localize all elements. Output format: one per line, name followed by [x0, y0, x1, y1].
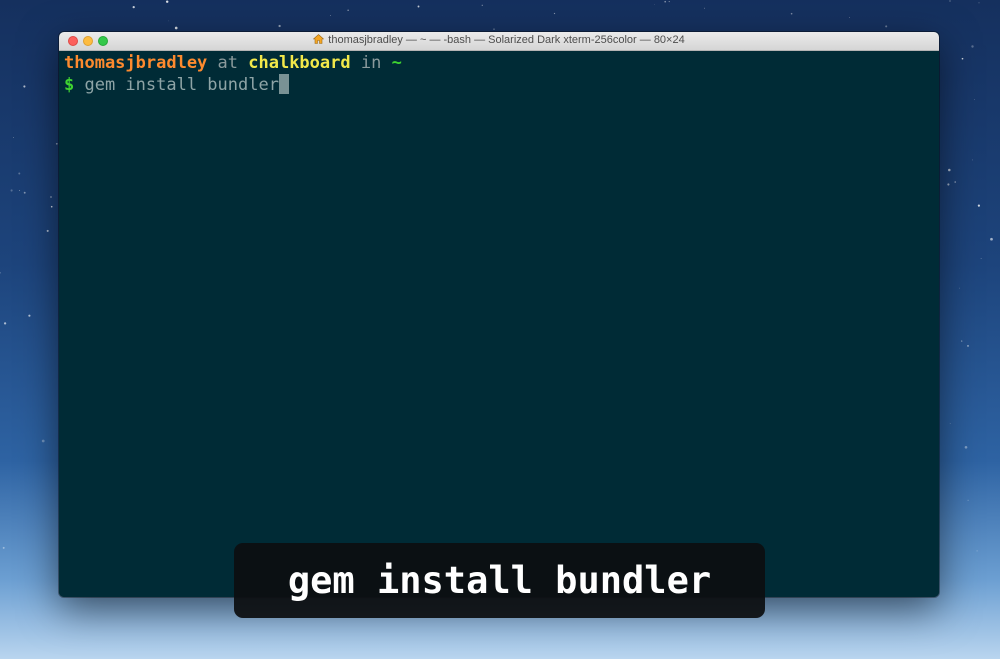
prompt-in: in: [350, 53, 392, 73]
terminal-output[interactable]: thomasjbradley at chalkboard in ~ $ gem …: [59, 51, 939, 597]
text-cursor: [278, 74, 289, 94]
prompt-user: thomasjbradley: [64, 53, 208, 73]
prompt-directory: ~: [391, 53, 402, 73]
home-icon: [313, 34, 325, 44]
prompt-host: chalkboard: [248, 53, 351, 73]
command-text: gem install bundler: [74, 75, 279, 95]
window-title-text: thomasjbradley — ~ — -bash — Solarized D…: [328, 34, 685, 46]
command-line[interactable]: $ gem install bundler: [64, 74, 934, 96]
prompt-line: thomasjbradley at chalkboard in ~: [64, 52, 934, 74]
terminal-window: thomasjbradley — ~ — -bash — Solarized D…: [59, 32, 939, 597]
window-title: thomasjbradley — ~ — -bash — Solarized D…: [59, 34, 939, 46]
title-bar[interactable]: thomasjbradley — ~ — -bash — Solarized D…: [59, 32, 939, 51]
prompt-symbol: $: [64, 75, 75, 95]
caption-text: gem install bundler: [287, 559, 712, 602]
prompt-at: at: [207, 53, 249, 73]
caption-overlay: gem install bundler: [234, 543, 765, 618]
